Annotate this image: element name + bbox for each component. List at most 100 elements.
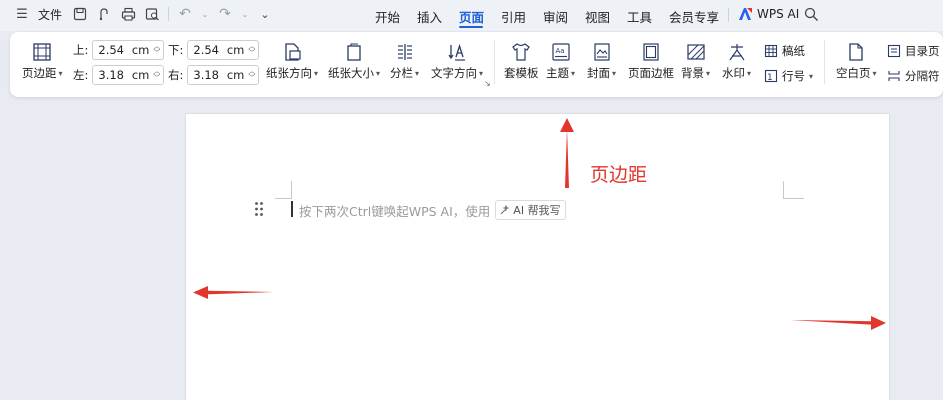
text-direction-label: 文字方向 [431, 66, 477, 80]
wps-ai-button[interactable]: WPS AI [738, 7, 799, 21]
text-direction-button[interactable]: 文字方向 ▾ [431, 42, 483, 81]
tab-tools[interactable]: 工具 [627, 7, 652, 26]
margin-annotation-label: 页边距 [590, 164, 648, 186]
margins-label: 页边距 [22, 66, 57, 80]
ribbon-divider [494, 40, 495, 84]
blank-page-button[interactable]: 空白页 ▾ [836, 42, 877, 81]
active-tab-indicator [459, 26, 483, 28]
template-button[interactable]: 套模板 [504, 42, 539, 81]
wps-ai-label: WPS AI [757, 7, 800, 21]
cover-button[interactable]: 封面 ▾ [587, 42, 616, 81]
redo-dropdown-icon[interactable]: ⌄ [241, 6, 249, 22]
print-preview-icon[interactable] [144, 6, 160, 22]
tab-view[interactable]: 视图 [585, 7, 610, 26]
left-margin-unit: cm [131, 68, 150, 82]
watermark-label: 水印 [722, 66, 745, 80]
save-icon[interactable] [72, 6, 88, 22]
chevron-down-icon: ▾ [571, 68, 576, 78]
theme-button[interactable]: Aa 主题 ▾ [546, 42, 575, 81]
print-icon[interactable] [120, 6, 136, 22]
menu-bar: ☰ 文件 ↶ ⌄ ↷ ⌄ ⌄ 开始 插入 页面 引用 审阅 视图 工具 会员专享… [0, 0, 943, 31]
margin-corner-top-left [275, 181, 292, 199]
background-button[interactable]: 背景 ▾ [681, 42, 710, 81]
chevron-down-icon: ▾ [747, 68, 752, 78]
shirt-icon [512, 43, 531, 61]
paper-size-label: 纸张大小 [328, 66, 374, 80]
blank-page-label: 空白页 [836, 66, 871, 80]
left-margin-row: 左: 3.18 cm ︿ ﹀ [73, 65, 165, 85]
top-margin-value: 2.54 [98, 43, 124, 57]
bottom-margin-input[interactable]: 2.54 cm ︿ ﹀ [187, 40, 260, 60]
paper-size-button[interactable]: 纸张大小 ▾ [328, 42, 380, 81]
tab-insert[interactable]: 插入 [417, 7, 442, 26]
svg-text:Aa: Aa [555, 47, 564, 55]
top-margin-input[interactable]: 2.54 cm ︿ ﹀ [92, 40, 165, 60]
watermark-icon [729, 44, 744, 61]
background-label: 背景 [681, 66, 704, 80]
ribbon-divider [824, 40, 825, 84]
undo-dropdown-icon[interactable]: ⌄ [201, 6, 209, 22]
text-cursor [291, 201, 293, 217]
tab-member[interactable]: 会员专享 [669, 7, 719, 26]
text-direction-icon [448, 43, 465, 61]
tab-page[interactable]: 页面 [459, 7, 484, 26]
page-border-button[interactable]: 页面边框 [628, 42, 674, 81]
separator-label: 分隔符 [905, 69, 940, 83]
top-margin-unit: cm [131, 43, 150, 57]
file-menu[interactable]: ☰ 文件 [14, 6, 62, 23]
separator-icon [888, 71, 900, 81]
columns-label: 分栏 [390, 66, 413, 80]
wps-ai-icon [739, 8, 752, 20]
quick-access-toolbar: ↶ ⌄ ↷ ⌄ ⌄ [72, 6, 273, 22]
chevron-down-icon: ▾ [479, 68, 484, 78]
template-label: 套模板 [504, 66, 539, 80]
dialog-launcher-icon[interactable]: ↘ [484, 79, 491, 88]
chevron-down-icon: ▾ [314, 68, 319, 78]
drag-handle-icon[interactable] [254, 201, 264, 217]
line-number-icon: 1 [764, 69, 778, 83]
chevron-down-icon: ▾ [809, 71, 814, 81]
bottom-margin-unit: cm [226, 43, 245, 57]
toc-page-button[interactable]: 目录页 [887, 43, 940, 59]
left-margin-label: 左: [73, 68, 89, 82]
redo-icon[interactable]: ↷ [217, 6, 233, 22]
paper-size-icon [347, 43, 361, 61]
blank-page-icon [849, 43, 863, 61]
placeholder-text: 按下两次Ctrl键唤起WPS AI，使用 [299, 203, 491, 219]
orientation-button[interactable]: 纸张方向 ▾ [266, 42, 318, 81]
ai-write-chip[interactable]: AI 帮我写 [495, 200, 566, 220]
spinner-arrows-icon[interactable]: ︿ ﹀ [153, 43, 160, 57]
chevron-down-icon: ▾ [415, 68, 420, 78]
search-icon[interactable] [804, 7, 819, 25]
spinner-arrows-icon[interactable]: ︿ ﹀ [248, 43, 255, 57]
columns-icon [397, 44, 412, 60]
spinner-arrows-icon[interactable]: ︿ ﹀ [153, 68, 160, 82]
document-placeholder[interactable]: 按下两次Ctrl键唤起WPS AI，使用 AI 帮我写 [299, 200, 566, 220]
margins-icon [33, 43, 51, 61]
left-margin-input[interactable]: 3.18 cm ︿ ﹀ [92, 65, 165, 85]
margins-button[interactable]: 页边距 ▾ [22, 42, 63, 81]
undo-icon[interactable]: ↶ [177, 6, 193, 22]
background-icon [686, 44, 705, 60]
margin-corner-top-right [783, 181, 804, 199]
left-margin-value: 3.18 [98, 68, 124, 82]
document-page[interactable] [186, 114, 889, 400]
separator-button[interactable]: 分隔符▾ [887, 68, 943, 84]
spinner-arrows-icon[interactable]: ︿ ﹀ [248, 68, 255, 82]
line-number-button[interactable]: 1 行号 ▾ [764, 68, 813, 84]
tab-reference[interactable]: 引用 [501, 7, 526, 26]
menubar-divider [728, 8, 729, 22]
columns-button[interactable]: 分栏 ▾ [390, 42, 419, 81]
right-margin-label: 右: [168, 68, 184, 82]
right-margin-row: 右: 3.18 cm ︿ ﹀ [168, 65, 260, 85]
svg-text:1: 1 [767, 73, 773, 83]
tab-review[interactable]: 审阅 [543, 7, 568, 26]
more-chevron-down-icon[interactable]: ⌄ [257, 6, 273, 22]
manuscript-button[interactable]: 稿纸 [764, 43, 805, 59]
export-icon[interactable] [96, 6, 112, 22]
watermark-button[interactable]: 水印 ▾ [722, 42, 751, 81]
right-margin-input[interactable]: 3.18 cm ︿ ﹀ [187, 65, 260, 85]
tab-home[interactable]: 开始 [375, 7, 400, 26]
cover-label: 封面 [587, 66, 610, 80]
file-menu-label: 文件 [38, 8, 63, 22]
